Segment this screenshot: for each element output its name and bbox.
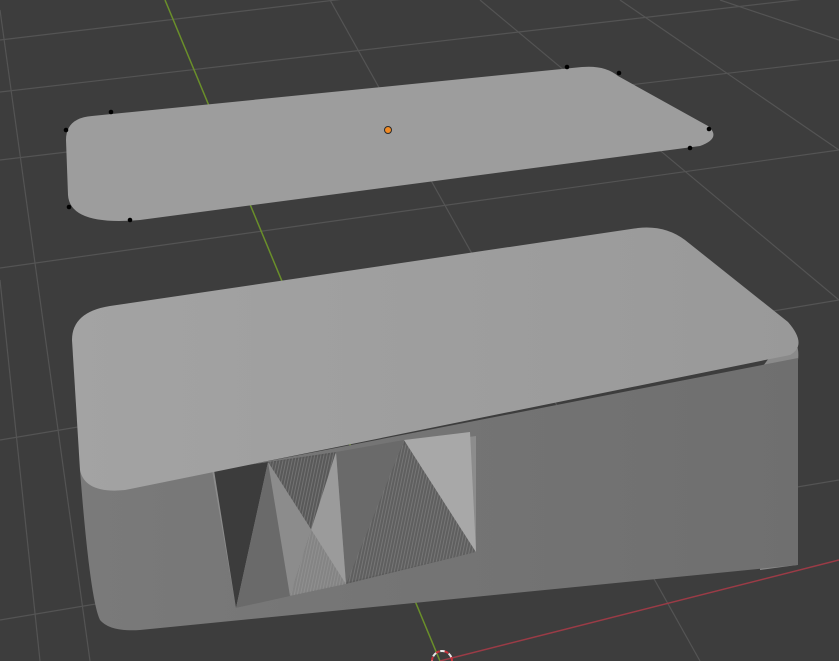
- plane-vertex[interactable]: [706, 126, 712, 132]
- plane-vertex[interactable]: [564, 64, 570, 70]
- grid-line: [0, 279, 41, 661]
- plane-vertex[interactable]: [63, 127, 69, 133]
- grid-line: [719, 0, 839, 41]
- plane-vertex[interactable]: [66, 204, 72, 210]
- plane-vertex[interactable]: [616, 70, 622, 76]
- 3d-viewport[interactable]: [0, 0, 839, 661]
- object-origin-dot[interactable]: [384, 126, 392, 134]
- plane-vertex[interactable]: [108, 109, 114, 115]
- plane-object[interactable]: [63, 64, 714, 223]
- 3d-cursor[interactable]: [431, 650, 453, 661]
- plane-vertex[interactable]: [127, 217, 133, 223]
- plane-face[interactable]: [66, 66, 714, 221]
- viewport-canvas[interactable]: [0, 0, 839, 661]
- grid-line: [0, 0, 341, 41]
- plane-vertex[interactable]: [687, 145, 693, 151]
- box-object[interactable]: [72, 227, 799, 631]
- grid-line: [0, 0, 801, 93]
